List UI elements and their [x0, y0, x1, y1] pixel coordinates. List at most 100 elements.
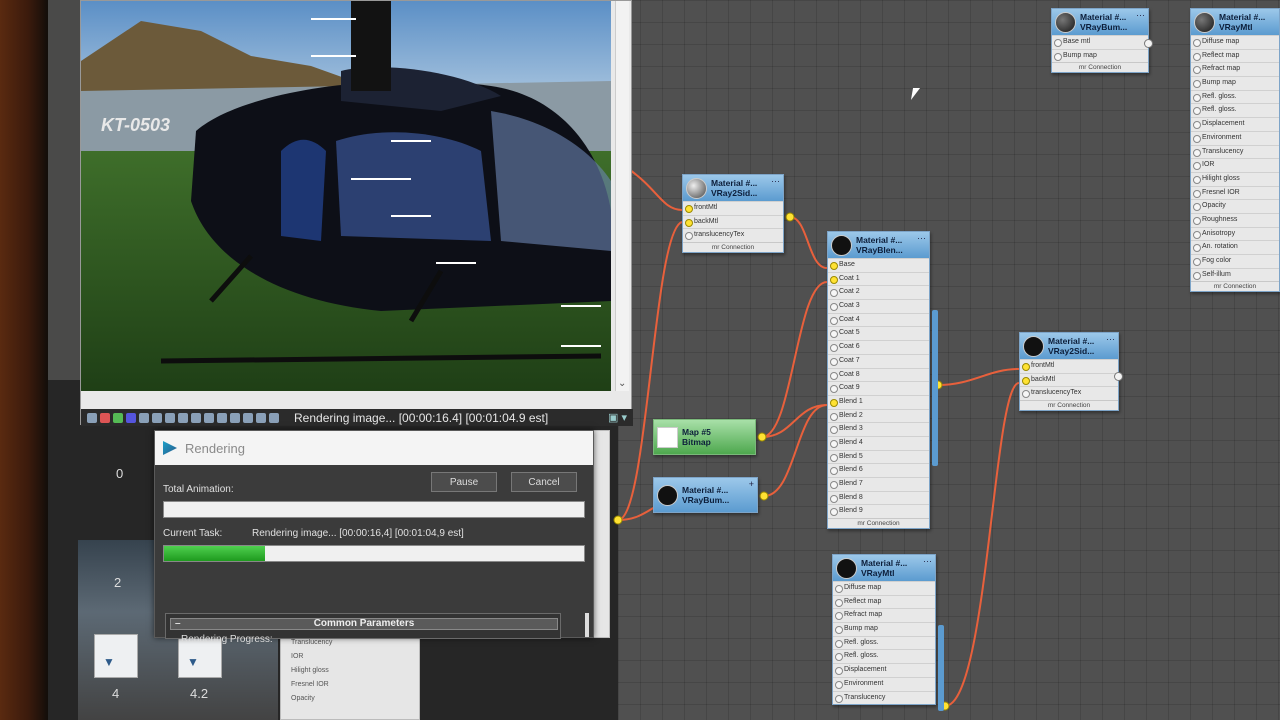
node-header[interactable]: Material #... VRay2Sid... ··· — [683, 175, 783, 201]
node-slot[interactable]: Blend 5 — [828, 449, 929, 464]
mono-icon[interactable] — [152, 412, 162, 423]
node-slot[interactable]: Refl. gloss. — [833, 649, 935, 663]
node-slot[interactable]: Coat 4 — [828, 312, 929, 327]
stamp-icon[interactable] — [269, 412, 279, 423]
node-slot[interactable]: Blend 8 — [828, 490, 929, 505]
pause-button[interactable]: Pause — [431, 472, 497, 492]
node-slot[interactable]: Self-illum — [1191, 267, 1279, 282]
node-slot[interactable]: Refl. gloss. — [1191, 103, 1279, 117]
copy-image-icon[interactable] — [178, 412, 188, 423]
node-slot[interactable]: Hilight gloss — [1191, 171, 1279, 186]
node-slot[interactable]: Translucency — [1191, 144, 1279, 159]
material-node-vraybump[interactable]: Material #... VRayBum... + — [653, 477, 758, 513]
node-header[interactable]: Map #5 Bitmap — [654, 420, 755, 454]
node-slot[interactable]: Fog color — [1191, 254, 1279, 268]
node-slot[interactable]: Blend 3 — [828, 422, 929, 436]
node-slot[interactable]: Coat 2 — [828, 285, 929, 299]
material-node-vray2sided[interactable]: Material #... VRay2Sid... ··· frontMtl ba… — [682, 174, 784, 254]
node-slot[interactable]: Coat 7 — [828, 353, 929, 368]
node-header[interactable]: Material #... VRayMtl ··· — [833, 555, 935, 581]
node-slot[interactable]: Displacement — [833, 663, 935, 677]
material-node-vraybump[interactable]: Material #... VRayBum... ··· Base mtl Bum… — [1051, 8, 1153, 74]
node-slot[interactable]: Roughness — [1191, 212, 1279, 227]
material-node-vraymtl[interactable]: Material #... VRayMtl Diffuse map Reflect… — [1190, 8, 1280, 293]
node-slot[interactable]: Bump map — [833, 622, 935, 636]
node-slot[interactable]: Base — [828, 258, 929, 272]
lens-icon[interactable] — [256, 412, 266, 423]
node-slot[interactable]: Reflect map — [833, 594, 935, 609]
rendered-frame-window[interactable]: KT-0503 ⌄ Rendering image... [00:00:16.4… — [80, 0, 633, 426]
green-channel-icon[interactable] — [113, 412, 123, 423]
node-slot[interactable]: Environment — [1191, 130, 1279, 145]
node-output-socket[interactable] — [1114, 372, 1123, 381]
node-slot[interactable]: Coat 3 — [828, 299, 929, 313]
node-header[interactable]: Material #... VRayMtl — [1191, 9, 1279, 35]
node-header[interactable]: Material #... VRayBum... ··· — [1052, 9, 1148, 35]
node-slot[interactable]: Diffuse map — [1191, 35, 1279, 49]
node-slot[interactable]: Bump map — [1052, 48, 1148, 63]
globe-icon[interactable] — [87, 412, 97, 423]
node-header[interactable]: Material #... VRayBum... + — [654, 478, 757, 512]
node-slot[interactable]: Opacity — [1191, 199, 1279, 213]
node-header[interactable]: Material #... VRayBlen... ··· — [828, 232, 929, 258]
node-slot[interactable]: Displacement — [1191, 117, 1279, 131]
node-slot[interactable]: Blend 7 — [828, 477, 929, 491]
node-slot[interactable]: Diffuse map — [833, 581, 935, 595]
node-slot[interactable]: IOR — [1191, 158, 1279, 172]
node-slot[interactable]: Coat 5 — [828, 326, 929, 340]
node-slot[interactable]: Coat 1 — [828, 271, 929, 286]
map-node-bitmap[interactable]: Map #5 Bitmap — [653, 419, 756, 455]
material-thumbnail[interactable]: ▼ — [94, 634, 138, 678]
node-slot[interactable]: Blend 9 — [828, 504, 929, 518]
node-slot[interactable]: Coat 6 — [828, 340, 929, 354]
node-slot[interactable]: Reflect map — [1191, 48, 1279, 63]
node-menu-icon[interactable]: ··· — [923, 556, 932, 566]
red-channel-icon[interactable] — [100, 412, 110, 423]
node-slot[interactable]: Blend 6 — [828, 463, 929, 477]
node-expand-icon[interactable]: + — [749, 479, 754, 489]
node-slot[interactable]: Blend 1 — [828, 394, 929, 409]
material-node-vraymtl[interactable]: Material #... VRayMtl ··· Diffuse map Ref… — [832, 554, 944, 711]
track-region-icon[interactable] — [204, 412, 214, 423]
clear-icon[interactable] — [217, 412, 227, 423]
blue-channel-icon[interactable] — [126, 412, 136, 423]
save-image-icon[interactable] — [165, 412, 175, 423]
frame-scrollbar[interactable]: ⌄ — [615, 1, 629, 391]
slate-material-editor-canvas[interactable] — [618, 0, 1280, 720]
node-slot[interactable]: Refl. gloss. — [833, 635, 935, 650]
window-options-icon[interactable]: ▣ ▾ — [608, 411, 627, 424]
lut-icon[interactable] — [230, 412, 240, 423]
scroll-down-icon[interactable]: ⌄ — [618, 378, 626, 389]
rendering-progress-dialog[interactable]: Rendering Total Animation: Pause Cancel … — [154, 430, 594, 645]
dialog-title-bar[interactable]: Rendering — [155, 431, 593, 465]
rollout-header[interactable]: – Common Parameters — [170, 618, 558, 630]
collapse-icon[interactable]: – — [175, 619, 181, 629]
node-slot[interactable]: Bump map — [1191, 76, 1279, 90]
node-header[interactable]: Material #... VRay2Sid... ··· — [1020, 333, 1118, 359]
node-output-socket[interactable] — [1144, 39, 1153, 48]
cancel-button[interactable]: Cancel — [511, 472, 577, 492]
node-slot[interactable]: Environment — [833, 676, 935, 691]
material-node-vray2sided[interactable]: Material #... VRay2Sid... ··· frontMtl ba… — [1019, 332, 1123, 412]
node-slot[interactable]: frontMtl — [683, 201, 783, 215]
node-menu-icon[interactable]: ··· — [1106, 334, 1115, 344]
node-slot[interactable]: Refract map — [833, 608, 935, 622]
node-menu-icon[interactable]: ··· — [771, 176, 780, 186]
node-slot[interactable]: Refl. gloss. — [1191, 89, 1279, 104]
node-slot[interactable]: Fresnel IOR — [1191, 185, 1279, 200]
node-slot[interactable]: Refract map — [1191, 62, 1279, 76]
alpha-channel-icon[interactable] — [139, 412, 149, 423]
node-slot[interactable]: backMtl — [1020, 372, 1118, 387]
node-slot[interactable]: Anisotropy — [1191, 226, 1279, 241]
material-node-vrayblend[interactable]: Material #... VRayBlen... ··· Base Coat 1… — [827, 231, 938, 530]
material-node-partial[interactable]: Translucency IOR Hilight gloss Fresnel I… — [280, 630, 420, 720]
node-menu-icon[interactable]: ··· — [917, 233, 926, 243]
node-slot[interactable]: frontMtl — [1020, 359, 1118, 373]
node-slot[interactable]: Coat 8 — [828, 367, 929, 382]
node-slot[interactable]: backMtl — [683, 214, 783, 229]
history-icon[interactable] — [243, 412, 253, 423]
node-slot[interactable]: Blend 4 — [828, 435, 929, 450]
clone-window-icon[interactable] — [191, 412, 201, 423]
node-slot[interactable]: Translucency — [833, 690, 935, 705]
node-slot[interactable]: Base mtl — [1052, 35, 1148, 49]
